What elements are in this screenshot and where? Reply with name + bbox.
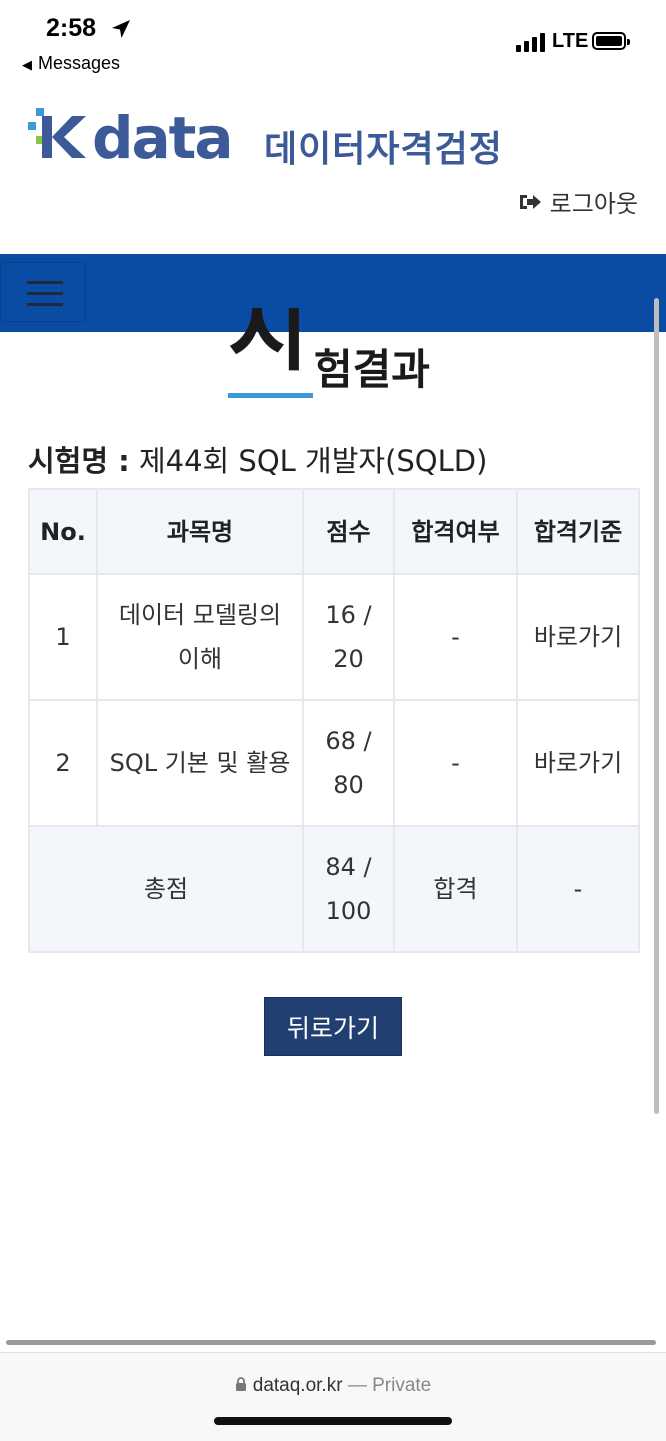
network-type: LTE (552, 30, 589, 52)
col-header-subject: 과목명 (96, 488, 304, 575)
col-header-no: No. (28, 488, 98, 575)
row-pass: - (393, 573, 518, 701)
url-separator: — (347, 1375, 367, 1396)
page-title-first-char: 시 (228, 308, 309, 383)
status-time: 2:58 (46, 14, 97, 42)
row-no: 1 (28, 573, 98, 701)
total-pass: 합격 (393, 825, 518, 953)
col-header-criteria: 합격기준 (516, 488, 640, 575)
total-criteria: - (516, 825, 640, 953)
back-to-app-link[interactable]: ◀ Messages (22, 53, 120, 74)
table-header-row: No. 과목명 점수 합격여부 합격기준 (28, 488, 640, 575)
row-score: 68 / 80 (302, 699, 395, 827)
exam-name-line: 시험명 : 제44회 SQL 개발자(SQLD) (28, 438, 487, 480)
row-pass: - (393, 699, 518, 827)
back-app-label: Messages (38, 53, 121, 73)
sign-out-icon (519, 194, 541, 209)
url-display[interactable]: dataq.or.kr — Private (0, 1375, 666, 1397)
col-header-score: 점수 (302, 488, 395, 575)
svg-text:data: data (92, 108, 232, 164)
browser-url-bar[interactable]: dataq.or.kr — Private (0, 1352, 666, 1441)
total-score: 84 / 100 (302, 825, 395, 953)
table-row: 2 SQL 기본 및 활용 68 / 80 - 바로가기 (28, 699, 640, 827)
row-subject: 데이터 모델링의 이해 (96, 573, 304, 701)
total-label: 총점 (28, 825, 304, 953)
criteria-link[interactable]: 바로가기 (516, 699, 640, 827)
row-subject: SQL 기본 및 활용 (96, 699, 304, 827)
row-no: 2 (28, 699, 98, 827)
col-header-pass: 합격여부 (393, 488, 518, 575)
page-title: 시 험결과 (228, 308, 528, 402)
logout-label: 로그아웃 (549, 190, 638, 218)
back-triangle-icon: ◀ (22, 57, 32, 72)
exam-label: 시험명 : (28, 444, 130, 478)
page-title-rest: 험결과 (314, 345, 430, 394)
back-button[interactable]: 뒤로가기 (264, 997, 402, 1056)
menu-toggle-button[interactable] (0, 262, 86, 322)
horizontal-scroll-indicator (6, 1340, 656, 1345)
logout-link[interactable]: 로그아웃 (518, 184, 638, 219)
location-arrow-icon (112, 20, 130, 38)
kdata-logo-mark: data (28, 108, 234, 164)
results-table: No. 과목명 점수 합격여부 합격기준 1 데이터 모델링의 이해 16 / … (28, 488, 640, 953)
exam-name-value: 제44회 SQL 개발자(SQLD) (138, 444, 488, 478)
row-score: 16 / 20 (302, 573, 395, 701)
url-domain: dataq.or.kr (252, 1375, 343, 1396)
table-row: 1 데이터 모델링의 이해 16 / 20 - 바로가기 (28, 573, 640, 701)
title-underline (228, 393, 313, 398)
total-row: 총점 84 / 100 합격 - (28, 825, 640, 953)
lock-icon (235, 1377, 246, 1391)
signal-icon (516, 32, 548, 52)
criteria-link[interactable]: 바로가기 (516, 573, 640, 701)
private-label: Private (372, 1375, 432, 1396)
page-scrollbar[interactable] (654, 298, 659, 1114)
home-indicator[interactable] (214, 1417, 452, 1425)
battery-icon (592, 32, 630, 50)
logo-subtitle: 데이터자격검정 (264, 129, 503, 170)
